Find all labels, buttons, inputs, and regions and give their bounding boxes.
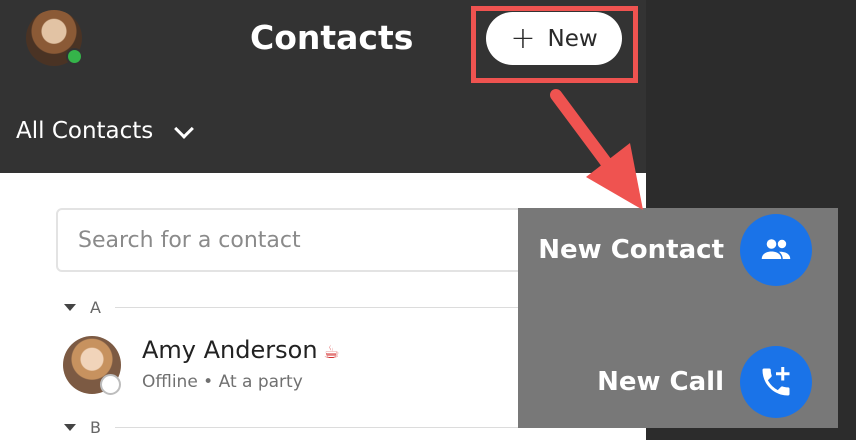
contact-name-row: Amy Anderson ☕ — [142, 336, 340, 364]
new-contact-option[interactable]: New Contact — [538, 214, 812, 286]
new-call-option[interactable]: New Call — [597, 346, 812, 418]
search-input[interactable] — [56, 208, 556, 272]
section-divider — [114, 427, 535, 428]
new-contact-label: New Contact — [538, 235, 724, 265]
collapse-triangle-icon — [64, 424, 76, 431]
page-title: Contacts — [250, 18, 414, 57]
chevron-down-icon — [173, 120, 195, 142]
section-header-a[interactable]: A — [64, 298, 535, 317]
new-button-label: New — [547, 25, 598, 52]
presence-online-icon — [66, 48, 83, 65]
new-actions-menu: New Contact New Call — [518, 208, 838, 428]
section-letter: B — [90, 418, 101, 437]
collapse-triangle-icon — [64, 304, 76, 311]
contact-name: Amy Anderson — [142, 336, 318, 364]
new-call-label: New Call — [597, 367, 724, 397]
section-header-b[interactable]: B — [64, 418, 535, 437]
filter-label: All Contacts — [16, 118, 154, 144]
people-icon — [761, 239, 791, 259]
new-contact-button[interactable] — [740, 214, 812, 286]
contact-status: Offline • At a party — [142, 372, 303, 392]
new-button[interactable]: + New — [486, 12, 622, 65]
fondue-pot-icon: ☕ — [323, 342, 340, 363]
section-letter: A — [90, 298, 101, 317]
contact-list-item[interactable]: Amy Anderson ☕ Offline • At a party — [60, 330, 520, 398]
presence-offline-icon — [100, 374, 121, 395]
section-divider — [114, 307, 535, 308]
new-call-button[interactable] — [740, 346, 812, 418]
plus-icon: + — [510, 20, 536, 56]
phone-add-icon — [762, 367, 790, 396]
contacts-filter-dropdown[interactable]: All Contacts — [16, 118, 195, 144]
